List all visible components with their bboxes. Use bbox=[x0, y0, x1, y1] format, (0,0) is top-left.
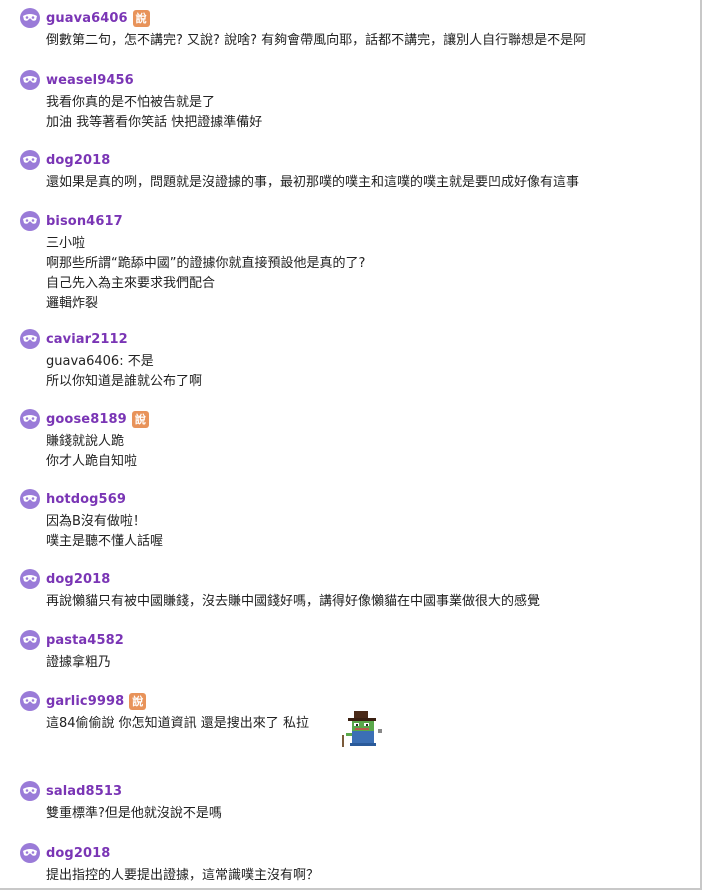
anonymous-mask-avatar-icon[interactable] bbox=[20, 569, 40, 589]
comment-header: goose8189 說 bbox=[20, 409, 690, 429]
comment-header: salad8513 bbox=[20, 781, 690, 801]
comment-header: dog2018 bbox=[20, 843, 690, 863]
comment-header: pasta4582 bbox=[20, 630, 690, 650]
comment-item: dog2018 還如果是真的咧，問題就是沒證據的事，最初那噗的噗主和這噗的噗主就是… bbox=[20, 150, 690, 193]
comment-text-line: 證據拿粗乃 bbox=[46, 655, 112, 670]
comment-text-line: 加油 我等著看你笑話 快把證據準備好 bbox=[46, 115, 263, 130]
comment-body: 證據拿粗乃 bbox=[46, 653, 690, 673]
comment-item: pasta4582 證據拿粗乃 bbox=[20, 630, 690, 673]
username-link[interactable]: caviar2112 bbox=[46, 332, 128, 347]
username-link[interactable]: weasel9456 bbox=[46, 73, 134, 88]
comment-item: garlic9998 說這84偷偷說 你怎知道資訊 還是搜出來了 私拉 bbox=[20, 691, 690, 747]
anonymous-mask-avatar-icon[interactable] bbox=[20, 329, 40, 349]
username-link[interactable]: hotdog569 bbox=[46, 492, 126, 507]
comment-body: 賺錢就說人跪 你才人跪自知啦 bbox=[46, 432, 690, 472]
username-link[interactable]: pasta4582 bbox=[46, 633, 124, 648]
comment-body: 我看你真的是不怕被告就是了加油 我等著看你笑話 快把證據準備好 bbox=[46, 93, 690, 133]
anonymous-mask-avatar-icon[interactable] bbox=[20, 691, 40, 711]
comment-item: guava6406 說倒數第二句，怎不講完? 又說? 說啥? 有夠會帶風向耶，話都… bbox=[20, 8, 690, 51]
anonymous-mask-avatar-icon[interactable] bbox=[20, 150, 40, 170]
anonymous-mask-avatar-icon[interactable] bbox=[20, 630, 40, 650]
comment-header: guava6406 說 bbox=[20, 8, 690, 28]
comment-text-line: 雙重標準?但是他就沒說不是嗎 bbox=[46, 806, 222, 821]
op-badge: 說 bbox=[132, 9, 150, 27]
comment-text-line: 啊那些所謂“跪舔中國”的證據你就直接預設他是真的了? bbox=[46, 256, 366, 271]
username-link[interactable]: dog2018 bbox=[46, 846, 110, 861]
comment-body: 因為B沒有做啦！ 噗主是聽不懂人話喔 bbox=[46, 512, 690, 552]
comment-body: guava6406: 不是所以你知道是誰就公布了啊 bbox=[46, 352, 690, 392]
comment-text-line: guava6406: 不是 bbox=[46, 354, 154, 369]
comment-header: weasel9456 bbox=[20, 70, 690, 90]
comment-item: weasel9456 我看你真的是不怕被告就是了加油 我等著看你笑話 快把證據準備… bbox=[20, 70, 690, 133]
comment-text-line: 你才人跪自知啦 bbox=[46, 454, 138, 469]
comment-body: 三小啦啊那些所謂“跪舔中國”的證據你就直接預設他是真的了? 自己先入為主來要求我們… bbox=[46, 234, 690, 314]
comment-text-line: 邏輯炸裂 bbox=[46, 296, 99, 311]
anonymous-mask-avatar-icon[interactable] bbox=[20, 211, 40, 231]
comment-text-line: 噗主是聽不懂人話喔 bbox=[46, 534, 164, 549]
comment-header: dog2018 bbox=[20, 569, 690, 589]
comment-text-line: 倒數第二句，怎不講完? 又說? 說啥? 有夠會帶風向耶，話都不講完，讓別人自行聯… bbox=[46, 33, 587, 48]
comment-text-line: 再說懶貓只有被中國賺錢，沒去賺中國錢好嗎，講得好像懶貓在中國事業做很大的感覺 bbox=[46, 594, 541, 609]
username-link[interactable]: salad8513 bbox=[46, 784, 122, 799]
comment-body: 還如果是真的咧，問題就是沒證據的事，最初那噗的噗主和這噗的噗主就是要凹成好像有這… bbox=[46, 173, 690, 193]
op-badge: 說 bbox=[131, 410, 149, 428]
comment-header: dog2018 bbox=[20, 150, 690, 170]
anonymous-mask-avatar-icon[interactable] bbox=[20, 489, 40, 509]
comment-text-line: 三小啦 bbox=[46, 236, 86, 251]
anonymous-mask-avatar-icon[interactable] bbox=[20, 409, 40, 429]
anonymous-mask-avatar-icon[interactable] bbox=[20, 70, 40, 90]
anonymous-mask-avatar-icon[interactable] bbox=[20, 781, 40, 801]
comment-item: salad8513 雙重標準?但是他就沒說不是嗎 bbox=[20, 781, 690, 824]
comment-header: bison4617 bbox=[20, 211, 690, 231]
username-link[interactable]: bison4617 bbox=[46, 214, 123, 229]
comment-body: 倒數第二句，怎不講完? 又說? 說啥? 有夠會帶風向耶，話都不講完，讓別人自行聯… bbox=[46, 31, 690, 51]
comment-item: hotdog569 因為B沒有做啦！ 噗主是聽不懂人話喔 bbox=[20, 489, 690, 552]
username-link[interactable]: dog2018 bbox=[46, 572, 110, 587]
anonymous-mask-avatar-icon[interactable] bbox=[20, 843, 40, 863]
comment-header: garlic9998 說 bbox=[20, 691, 690, 711]
comment-body: 再說懶貓只有被中國賺錢，沒去賺中國錢好嗎，講得好像懶貓在中國事業做很大的感覺 bbox=[46, 592, 690, 612]
comment-text-line: 提出指控的人要提出證據，這常識噗主沒有啊？ bbox=[46, 868, 320, 883]
username-link[interactable]: garlic9998 bbox=[46, 694, 124, 709]
comment-body: 提出指控的人要提出證據，這常識噗主沒有啊？ bbox=[46, 866, 690, 886]
comment-text-line: 所以你知道是誰就公布了啊 bbox=[46, 374, 203, 389]
comment-item: dog2018 再說懶貓只有被中國賺錢，沒去賺中國錢好嗎，講得好像懶貓在中國事業做… bbox=[20, 569, 690, 612]
comment-header: caviar2112 bbox=[20, 329, 690, 349]
comment-text-line: 賺錢就說人跪 bbox=[46, 434, 125, 449]
comment-item: goose8189 說賺錢就說人跪 你才人跪自知啦 bbox=[20, 409, 690, 472]
frog-cowboy-sticker-icon bbox=[340, 709, 384, 749]
comment-text-line: 因為B沒有做啦！ bbox=[46, 514, 146, 529]
comment-item: caviar2112 guava6406: 不是所以你知道是誰就公布了啊 bbox=[20, 329, 690, 392]
comment-item: dog2018 提出指控的人要提出證據，這常識噗主沒有啊？ bbox=[20, 843, 690, 886]
op-badge: 說 bbox=[129, 692, 147, 710]
comment-body: 雙重標準?但是他就沒說不是嗎 bbox=[46, 804, 690, 824]
username-link[interactable]: dog2018 bbox=[46, 153, 110, 168]
comment-text-line: 我看你真的是不怕被告就是了 bbox=[46, 95, 216, 110]
comment-text-line: 還如果是真的咧，問題就是沒證據的事，最初那噗的噗主和這噗的噗主就是要凹成好像有這… bbox=[46, 175, 580, 190]
comment-item: bison4617 三小啦啊那些所謂“跪舔中國”的證據你就直接預設他是真的了? 自己… bbox=[20, 211, 690, 314]
anonymous-mask-avatar-icon[interactable] bbox=[20, 8, 40, 28]
username-link[interactable]: goose8189 bbox=[46, 412, 127, 427]
comment-text-line: 自己先入為主來要求我們配合 bbox=[46, 276, 216, 291]
username-link[interactable]: guava6406 bbox=[46, 11, 128, 26]
comment-header: hotdog569 bbox=[20, 489, 690, 509]
